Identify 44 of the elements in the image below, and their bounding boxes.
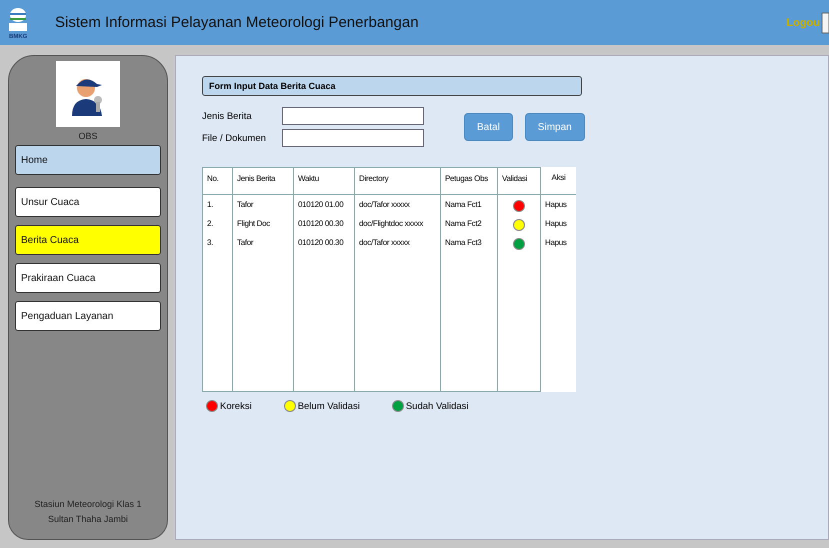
- table-cell: Tafor: [237, 238, 254, 247]
- table-cell: 010120 01.00: [298, 200, 344, 209]
- input-field[interactable]: [282, 129, 424, 147]
- station-name: Stasiun Meteorologi Klas 1: [34, 498, 142, 511]
- column-header: Aksi: [540, 167, 576, 194]
- table-cell: Nama Fct3: [445, 238, 482, 247]
- delete-link[interactable]: Hapus: [545, 219, 567, 228]
- delete-link[interactable]: Hapus: [545, 200, 567, 209]
- table-cell: 2.: [207, 219, 214, 228]
- field-label: File / Dokumen: [202, 132, 267, 144]
- column-header: Petugas Obs: [440, 167, 497, 194]
- legend-label: Sudah Validasi: [406, 400, 469, 412]
- table-cell: 1.: [207, 200, 214, 209]
- table-cell: Nama Fct1: [445, 200, 482, 209]
- column-header: Jenis Berita: [232, 167, 293, 194]
- door-icon[interactable]: [821, 12, 829, 34]
- station-name: Sultan Thaha Jambi: [48, 513, 128, 526]
- table-cell: 3.: [207, 238, 214, 247]
- nav-item[interactable]: Home: [15, 145, 161, 175]
- column-header: No.: [202, 167, 232, 194]
- app-title: Sistem Informasi Pelayanan Meteorologi Penerbangan: [55, 14, 419, 31]
- nav-item[interactable]: Berita Cuaca: [15, 225, 161, 255]
- logo-icon: [9, 6, 27, 30]
- nav-item[interactable]: Pengaduan Layanan: [15, 301, 161, 331]
- nav-item[interactable]: Prakiraan Cuaca: [15, 263, 161, 293]
- table-cell: doc/Flightdoc xxxxx: [359, 219, 424, 228]
- input-field[interactable]: [282, 107, 424, 125]
- user-label: OBS: [78, 131, 98, 141]
- legend-label: Koreksi: [220, 400, 252, 412]
- legend-label: Belum Validasi: [298, 400, 360, 412]
- table-cell: doc/Tafor xxxxx: [359, 200, 410, 209]
- table-cell: Flight Doc: [237, 219, 270, 228]
- column-header: Validasi: [497, 167, 540, 194]
- nav-item[interactable]: Unsur Cuaca: [15, 187, 161, 217]
- table-cell: 010120 00.30: [298, 219, 344, 228]
- table-cell: 010120 00.30: [298, 238, 344, 247]
- field-label: Jenis Berita: [202, 110, 253, 122]
- table-cell: Nama Fct2: [445, 219, 482, 228]
- delete-link[interactable]: Hapus: [545, 238, 567, 247]
- table-cell: Tafor: [237, 200, 254, 209]
- table-cell: doc/Tafor xxxxx: [359, 238, 410, 247]
- column-header: Waktu: [293, 167, 354, 194]
- form-title: Form Input Data Berita Cuaca: [202, 76, 582, 96]
- column-header: Directory: [354, 167, 440, 194]
